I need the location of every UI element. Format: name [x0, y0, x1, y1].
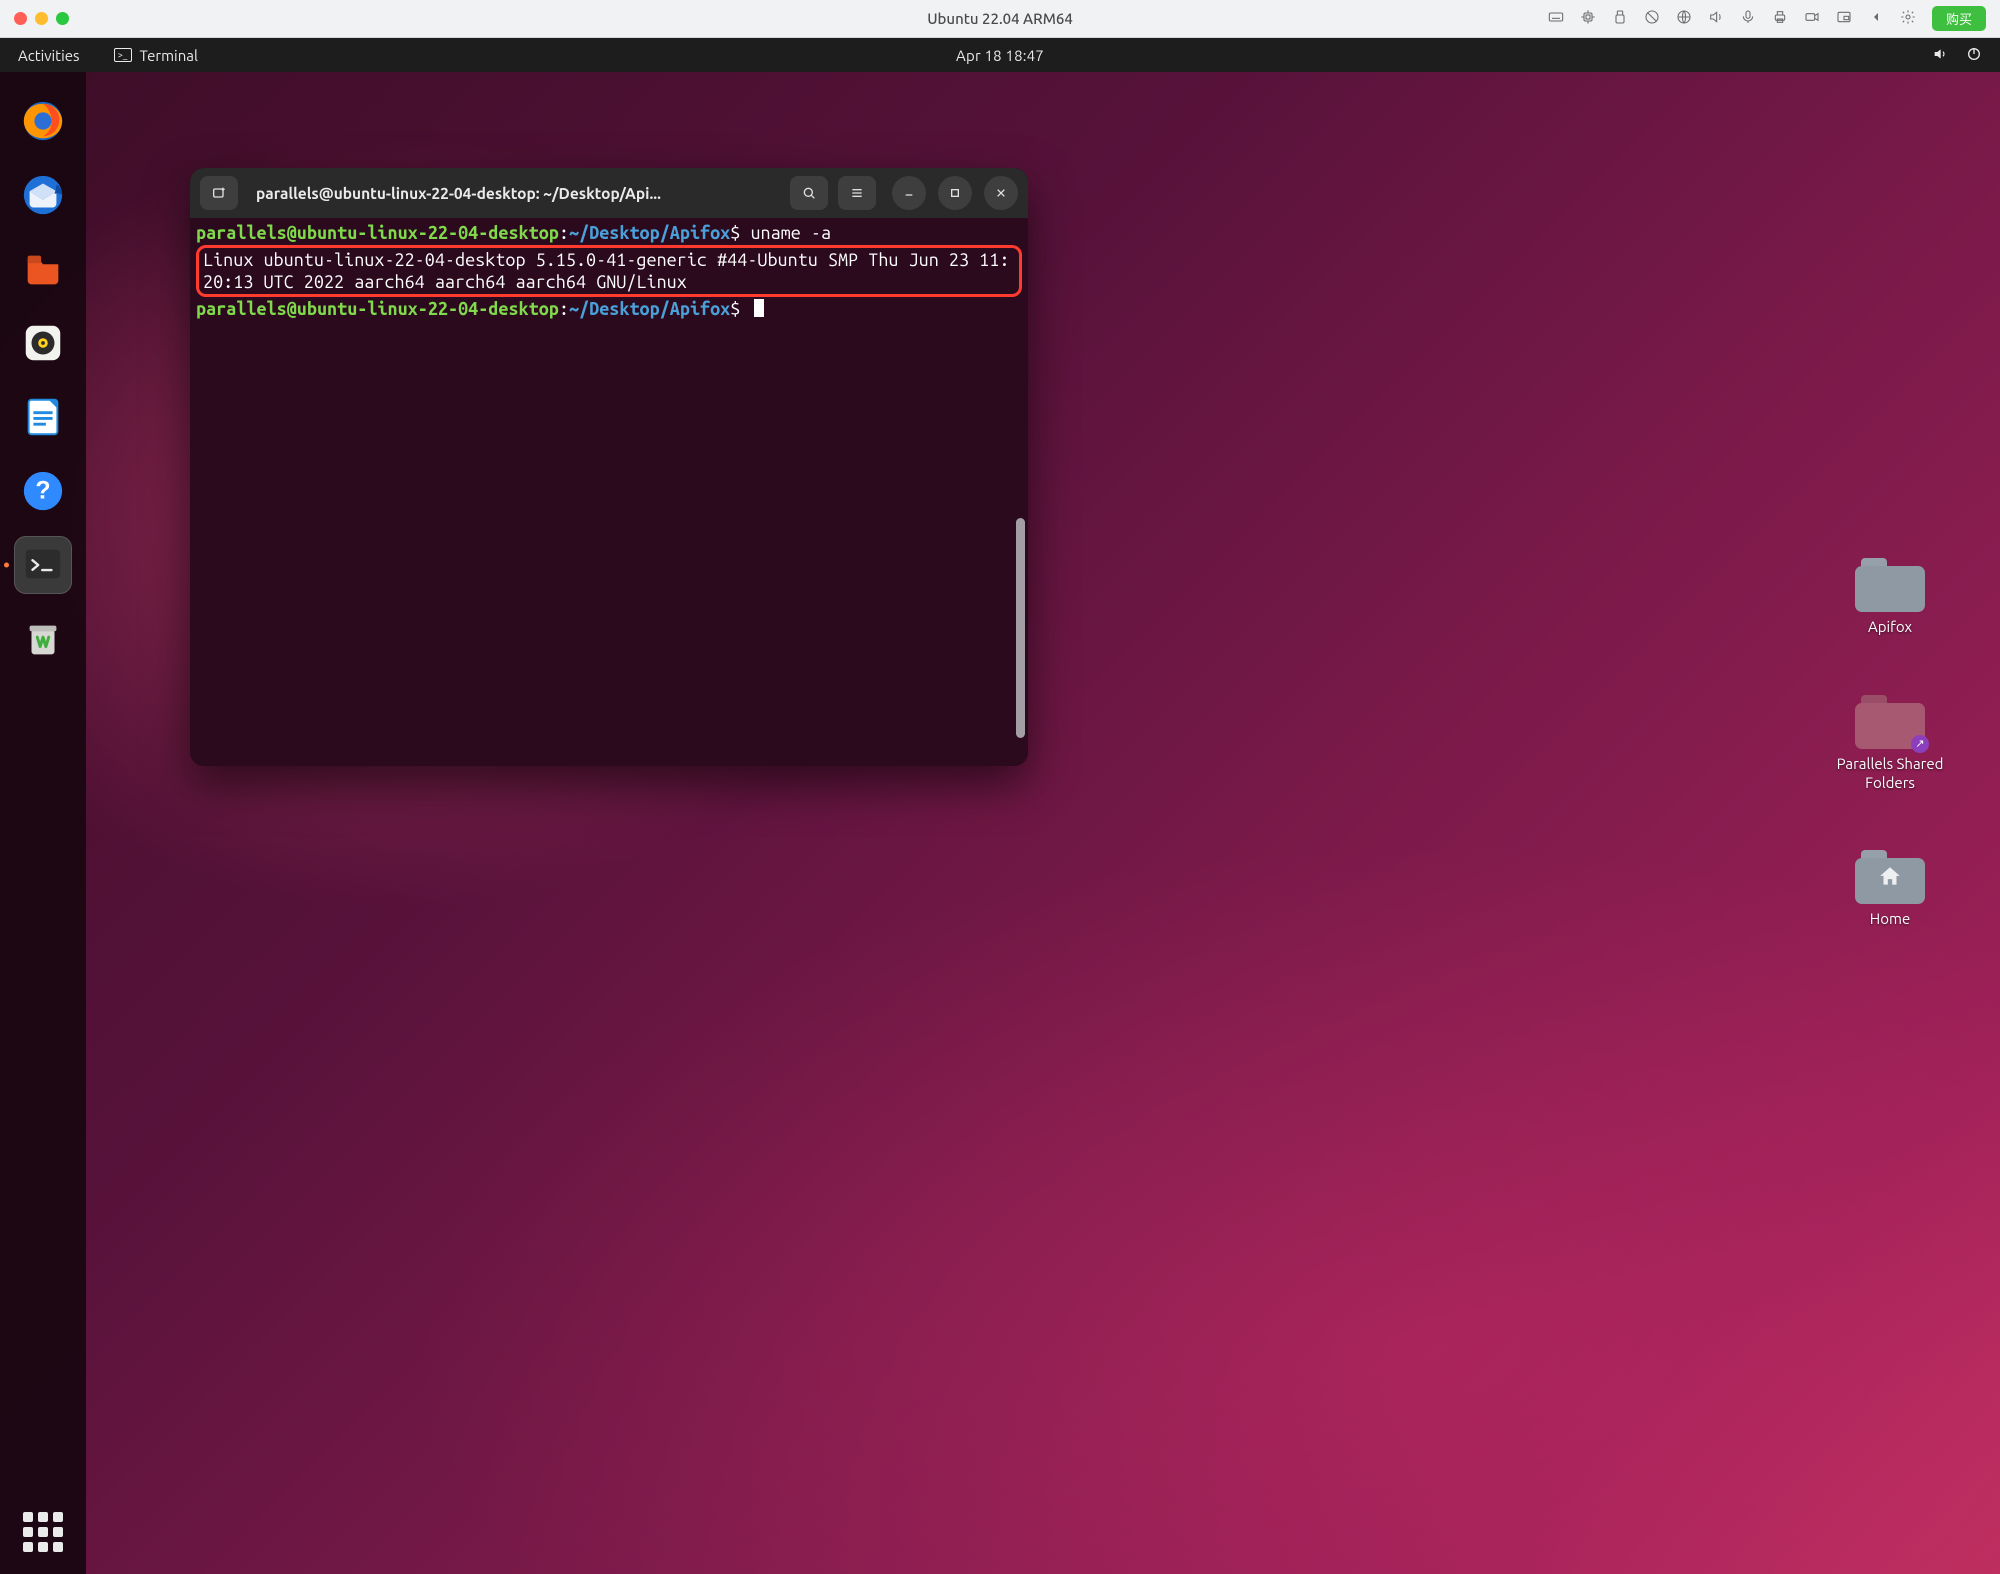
folder-icon: ↗ [1855, 695, 1925, 749]
dock-terminal[interactable] [14, 536, 72, 594]
terminal-output: Linux ubuntu-linux-22-04-desktop 5.15.0-… [203, 249, 1015, 293]
highlighted-output: Linux ubuntu-linux-22-04-desktop 5.15.0-… [196, 245, 1022, 297]
guest-screen: Activities >_ Terminal Apr 18 18:47 [0, 38, 2000, 1574]
desktop-icon-parallels-shared[interactable]: ↗ Parallels Shared Folders [1810, 695, 1970, 793]
host-toolbar: 购买 [1548, 6, 1986, 31]
dock: ? [0, 72, 86, 1574]
dock-files[interactable] [14, 240, 72, 298]
dock-help[interactable]: ? [14, 462, 72, 520]
volume-icon[interactable] [1932, 46, 1948, 65]
terminal-line-prompt2: parallels@ubuntu-linux-22-04-desktop:~/D… [196, 298, 1022, 320]
cursor-icon [754, 299, 764, 317]
topbar-clock[interactable]: Apr 18 18:47 [956, 47, 1044, 64]
sound-icon[interactable] [1708, 9, 1724, 28]
terminal-titlebar[interactable]: parallels@ubuntu-linux-22-04-desktop: ~/… [190, 168, 1028, 218]
desktop-icons: Apifox ↗ Parallels Shared Folders Home [1810, 558, 1970, 929]
pip-icon[interactable] [1836, 9, 1852, 28]
minimize-icon[interactable] [35, 12, 48, 25]
folder-icon [1855, 558, 1925, 612]
desktop-icon-home[interactable]: Home [1810, 850, 1970, 929]
close-button[interactable] [984, 176, 1018, 210]
terminal-body[interactable]: parallels@ubuntu-linux-22-04-desktop:~/D… [190, 218, 1028, 766]
share-icon[interactable] [1644, 9, 1660, 28]
traffic-lights [14, 12, 69, 25]
terminal-line-prompt1: parallels@ubuntu-linux-22-04-desktop:~/D… [196, 222, 1022, 244]
svg-text:?: ? [35, 477, 50, 505]
host-window-title: Ubuntu 22.04 ARM64 [927, 10, 1073, 27]
close-icon[interactable] [14, 12, 27, 25]
desktop-icon-label: Apifox [1868, 618, 1912, 637]
show-applications-button[interactable] [23, 1512, 63, 1552]
desktop-icon-apifox[interactable]: Apifox [1810, 558, 1970, 637]
buy-button[interactable]: 购买 [1932, 6, 1986, 31]
cpu-icon[interactable] [1580, 9, 1596, 28]
power-icon[interactable] [1966, 46, 1982, 65]
usb-icon[interactable] [1612, 9, 1628, 28]
dock-rhythmbox[interactable] [14, 314, 72, 372]
dock-firefox[interactable] [14, 92, 72, 150]
topbar-app-menu[interactable]: >_ Terminal [114, 47, 198, 64]
search-button[interactable] [790, 176, 828, 210]
desktop-icon-label: Home [1870, 910, 1910, 929]
keyboard-icon[interactable] [1548, 9, 1564, 28]
back-icon[interactable] [1868, 9, 1884, 28]
printer-icon[interactable] [1772, 9, 1788, 28]
maximize-button[interactable] [938, 176, 972, 210]
camera-icon[interactable] [1804, 9, 1820, 28]
dock-thunderbird[interactable] [14, 166, 72, 224]
link-badge-icon: ↗ [1911, 735, 1929, 753]
topbar-app-name: Terminal [140, 47, 198, 64]
activities-button[interactable]: Activities [18, 47, 80, 64]
hamburger-menu-button[interactable] [838, 176, 876, 210]
terminal-command: uname -a [750, 223, 831, 243]
gnome-topbar: Activities >_ Terminal Apr 18 18:47 [0, 38, 2000, 72]
zoom-icon[interactable] [56, 12, 69, 25]
mic-icon[interactable] [1740, 9, 1756, 28]
home-icon [1855, 850, 1925, 904]
dock-libreoffice-writer[interactable] [14, 388, 72, 446]
minimize-button[interactable] [892, 176, 926, 210]
gear-icon[interactable] [1900, 9, 1916, 28]
terminal-window: parallels@ubuntu-linux-22-04-desktop: ~/… [190, 168, 1028, 766]
dock-trash[interactable] [14, 610, 72, 668]
network-icon[interactable] [1676, 9, 1692, 28]
terminal-icon: >_ [114, 48, 132, 62]
desktop-icon-label: Parallels Shared Folders [1810, 755, 1970, 793]
folder-icon [1855, 850, 1925, 904]
terminal-scrollbar[interactable] [1016, 518, 1025, 738]
terminal-window-title: parallels@ubuntu-linux-22-04-desktop: ~/… [248, 185, 780, 202]
new-tab-button[interactable] [200, 176, 238, 210]
host-titlebar: Ubuntu 22.04 ARM64 购买 [0, 0, 2000, 38]
